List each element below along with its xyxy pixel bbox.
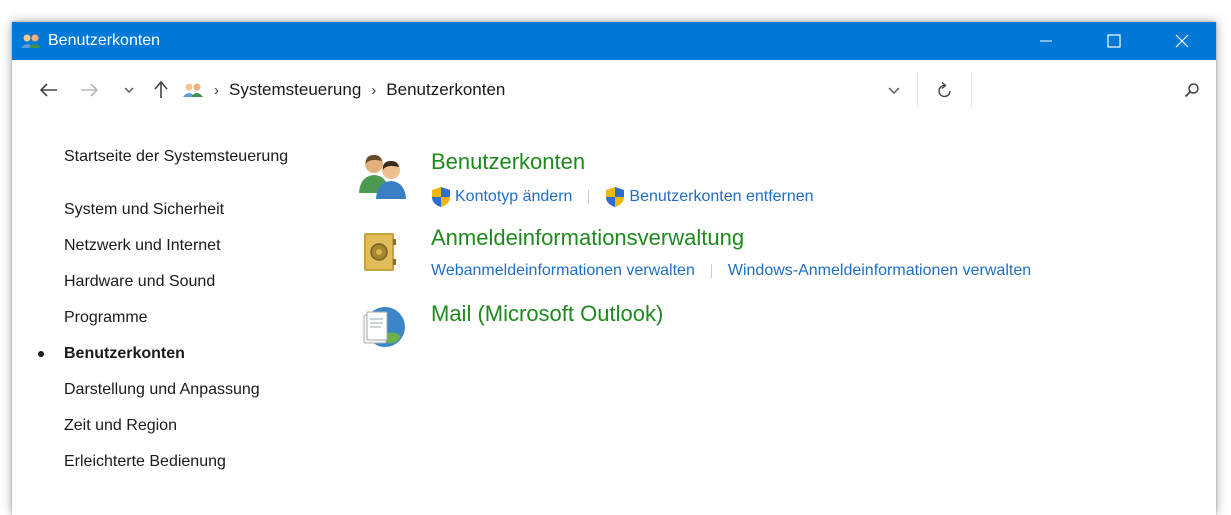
category-links: Kontotyp ändern Benutzerkonten entfernen: [431, 186, 814, 208]
remove-user-accounts-link[interactable]: Benutzerkonten entfernen: [605, 186, 814, 208]
chevron-right-icon: ›: [214, 81, 219, 99]
sidebar-item-accessibility[interactable]: Erleichterte Bedienung: [64, 444, 344, 480]
category-mail: Mail (Microsoft Outlook): [357, 299, 1207, 375]
refresh-button[interactable]: [917, 72, 972, 108]
sidebar-item-user-accounts[interactable]: Benutzerkonten: [38, 336, 344, 372]
up-arrow-icon: [154, 81, 168, 98]
uac-shield-icon: [606, 187, 625, 207]
sidebar-item-label: Netzwerk und Internet: [64, 237, 221, 254]
address-field[interactable]: › Systemsteuerung › Benutzerkonten: [182, 72, 914, 108]
sidebar: Startseite der Systemsteuerung System un…: [38, 142, 344, 480]
back-button[interactable]: [36, 75, 62, 105]
category-title[interactable]: Anmeldeinformationsverwaltung: [431, 225, 744, 251]
credential-vault-icon[interactable]: [357, 225, 409, 277]
close-button[interactable]: [1148, 22, 1216, 60]
maximize-button[interactable]: [1080, 22, 1148, 60]
refresh-icon: [937, 81, 951, 98]
uac-shield-icon: [432, 187, 450, 207]
category-links: Webanmeldeinformationen verwalten Window…: [431, 262, 1031, 280]
category-user-accounts: Benutzerkonten Kontotyp ändern Benutzerk…: [357, 147, 1207, 223]
window-title: Benutzerkonten: [48, 32, 161, 49]
link-separator: [588, 190, 590, 204]
user-accounts-icon[interactable]: [357, 149, 409, 201]
sidebar-item-label: Programme: [64, 309, 148, 326]
sidebar-item-hardware[interactable]: Hardware und Sound: [64, 264, 344, 300]
search-input[interactable]: [980, 72, 1210, 108]
sidebar-item-network[interactable]: Netzwerk und Internet: [64, 228, 344, 264]
sidebar-item-appearance[interactable]: Darstellung und Anpassung: [64, 372, 344, 408]
sidebar-item-label: Benutzerkonten: [64, 345, 185, 362]
sidebar-item-system[interactable]: System und Sicherheit: [64, 192, 344, 228]
category-title[interactable]: Benutzerkonten: [431, 149, 585, 175]
forward-arrow-icon: [81, 83, 98, 97]
link-label: Webanmeldeinformationen verwalten: [431, 262, 695, 279]
users-icon: [182, 81, 204, 99]
active-bullet: [38, 351, 44, 357]
link-label: Benutzerkonten entfernen: [629, 188, 814, 205]
window-controls: [1012, 22, 1216, 60]
sidebar-home-link[interactable]: Startseite der Systemsteuerung: [64, 142, 344, 172]
chevron-down-icon: [888, 87, 900, 94]
address-toolbar: › Systemsteuerung › Benutzerkonten: [12, 60, 1216, 120]
manage-web-credentials-link[interactable]: Webanmeldeinformationen verwalten: [431, 262, 695, 280]
close-icon: [1175, 34, 1189, 48]
up-button[interactable]: [152, 75, 170, 105]
category-title[interactable]: Mail (Microsoft Outlook): [431, 301, 663, 327]
manage-windows-credentials-link[interactable]: Windows-Anmeldeinformationen verwalten: [728, 262, 1031, 280]
change-account-type-link[interactable]: Kontotyp ändern: [431, 186, 572, 208]
sidebar-item-label: System und Sicherheit: [64, 201, 225, 218]
main-content: Benutzerkonten Kontotyp ändern Benutzerk…: [357, 147, 1207, 375]
address-dropdown-button[interactable]: [882, 80, 906, 102]
minimize-icon: [1040, 40, 1052, 42]
forward-button[interactable]: [76, 75, 102, 105]
recent-dropdown-icon: [124, 87, 134, 93]
maximize-icon: [1107, 34, 1121, 48]
sidebar-item-label: Hardware und Sound: [64, 273, 216, 290]
sidebar-item-label: Erleichterte Bedienung: [64, 453, 226, 470]
search-icon: [1184, 83, 1199, 98]
chevron-right-icon: ›: [371, 81, 377, 99]
title-bar: Benutzerkonten: [12, 22, 1216, 60]
recent-locations-button[interactable]: [122, 75, 136, 105]
breadcrumb-item[interactable]: Benutzerkonten: [386, 80, 505, 100]
sidebar-item-time-region[interactable]: Zeit und Region: [64, 408, 344, 444]
sidebar-item-label: Darstellung und Anpassung: [64, 381, 260, 398]
sidebar-item-programs[interactable]: Programme: [64, 300, 344, 336]
link-label: Kontotyp ändern: [455, 188, 573, 205]
back-arrow-icon: [40, 83, 57, 97]
users-icon: [20, 32, 42, 50]
minimize-button[interactable]: [1012, 22, 1080, 60]
link-label: Windows-Anmeldeinformationen verwalten: [727, 262, 1032, 279]
breadcrumb-item[interactable]: Systemsteuerung: [229, 80, 361, 100]
link-separator: [710, 264, 712, 278]
sidebar-item-label: Zeit und Region: [64, 417, 177, 434]
window: Benutzerkonten › Systemsteuerung › Benut…: [12, 22, 1216, 515]
category-credential-manager: Anmeldeinformationsverwaltung Webanmelde…: [357, 223, 1207, 299]
mail-icon[interactable]: [357, 301, 409, 353]
